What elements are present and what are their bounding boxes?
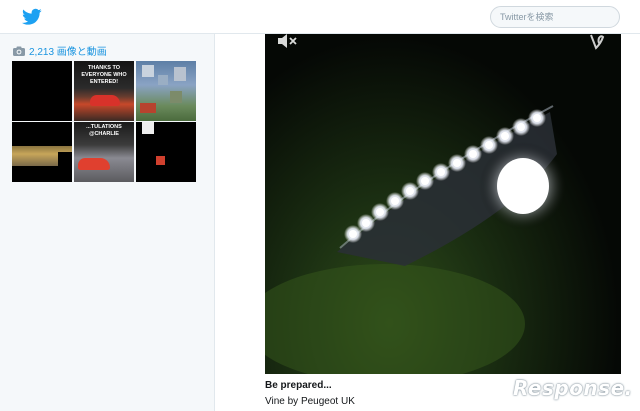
sidebar: 2,213 画像と動画 THANKS TO EVERYONE WHO ENTER… bbox=[0, 34, 214, 411]
tweet-media-title: Be prepared... bbox=[265, 380, 332, 391]
media-thumbnail[interactable] bbox=[136, 61, 196, 121]
top-navigation-bar: Twitterを検索 bbox=[0, 0, 640, 34]
twitter-bird-icon[interactable] bbox=[22, 8, 42, 26]
thumbnail-caption: ...TULATIONS @CHARLIE bbox=[86, 124, 122, 137]
tweet-media-panel: Be prepared... Vine by Peugeot UK Respon… bbox=[214, 34, 640, 411]
media-thumbnail-grid: THANKS TO EVERYONE WHO ENTERED! ...TULAT… bbox=[12, 61, 198, 182]
response-watermark: Response. bbox=[513, 376, 633, 400]
search-input[interactable]: Twitterを検索 bbox=[490, 6, 620, 28]
camera-icon bbox=[13, 46, 25, 56]
vine-logo-icon[interactable] bbox=[589, 34, 605, 50]
vine-attribution-link[interactable]: Vine by Peugeot UK bbox=[265, 396, 355, 407]
media-thumbnail[interactable] bbox=[136, 122, 196, 182]
car-image bbox=[78, 158, 110, 170]
car-image bbox=[90, 95, 120, 106]
media-thumbnail[interactable]: THANKS TO EVERYONE WHO ENTERED! bbox=[74, 61, 134, 121]
media-thumbnail[interactable] bbox=[12, 122, 72, 182]
headlight-image bbox=[265, 105, 567, 374]
photos-videos-link[interactable]: 2,213 画像と動画 bbox=[13, 43, 107, 58]
speaker-mute-icon[interactable] bbox=[277, 34, 299, 48]
media-thumbnail[interactable] bbox=[12, 61, 72, 121]
vine-video-player[interactable] bbox=[265, 34, 621, 374]
media-thumbnail[interactable]: ...TULATIONS @CHARLIE bbox=[74, 122, 134, 182]
media-count-label: 2,213 画像と動画 bbox=[29, 47, 107, 58]
thumbnail-caption: THANKS TO EVERYONE WHO ENTERED! bbox=[81, 65, 127, 85]
